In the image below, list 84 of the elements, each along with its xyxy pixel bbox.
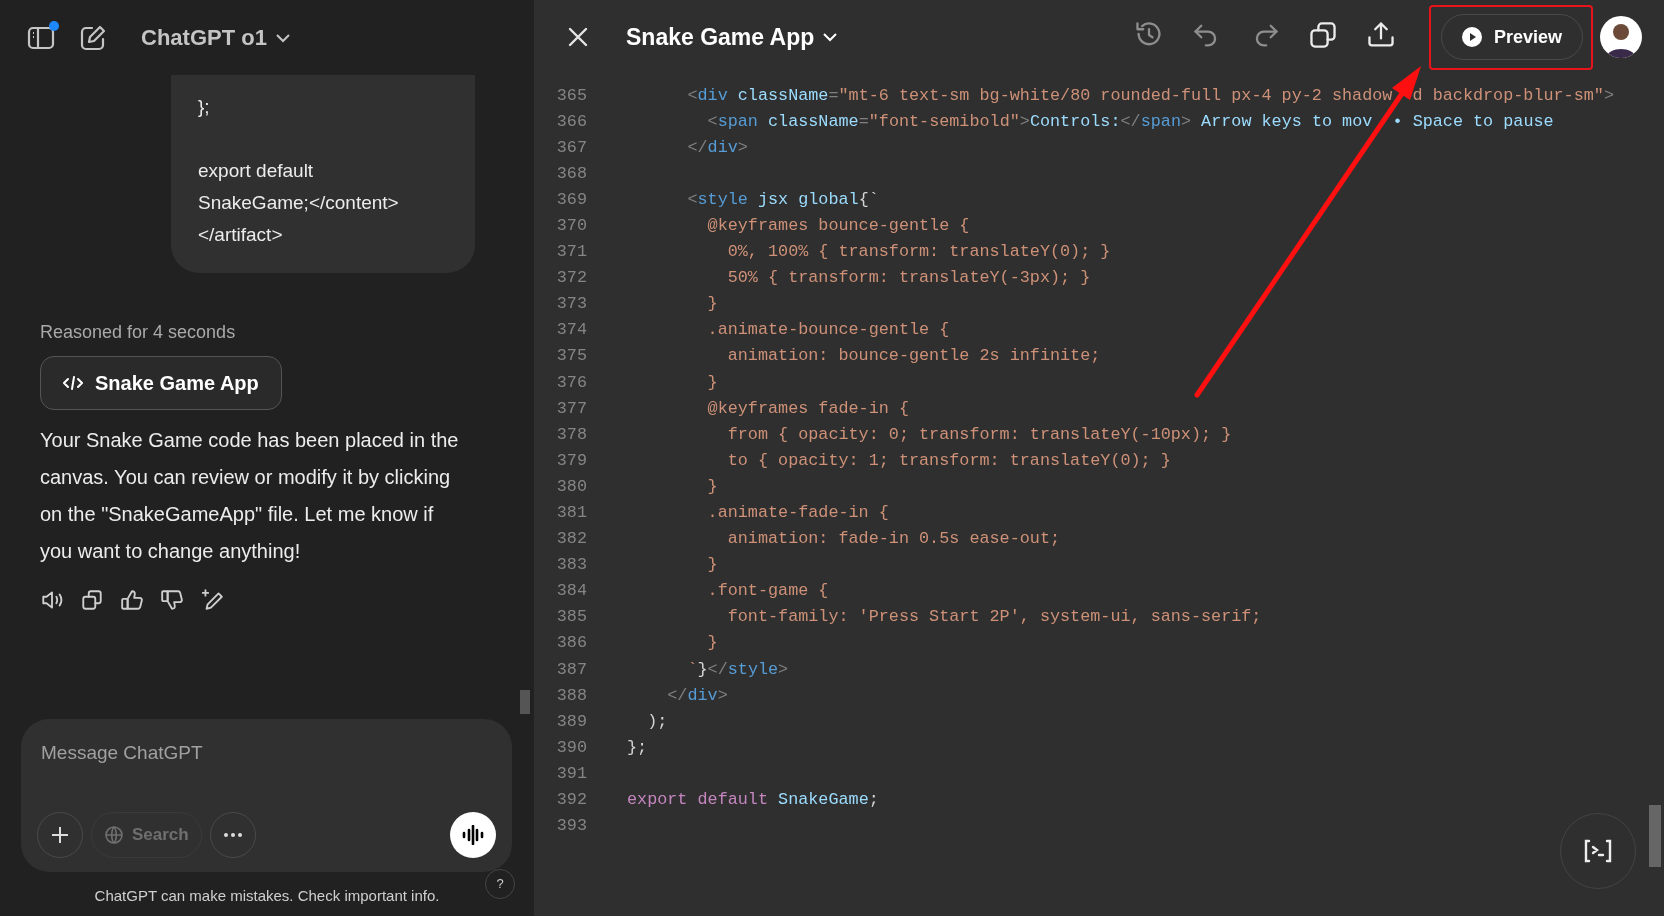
line-number: 369 [555,188,587,211]
more-icon [222,832,243,838]
line-number: 371 [555,241,587,264]
plus-icon [50,825,70,845]
scrollbar-thumb[interactable] [1649,805,1661,867]
code-line: } [706,293,718,316]
line-number: 373 [555,293,587,316]
chevron-down-icon [822,32,839,43]
code-line: from { opacity: 0; transform: translateY(-10px); } [726,423,1232,446]
code-line: export default SnakeGame; [627,789,879,812]
canvas-title[interactable]: Snake Game App [626,20,839,55]
code-line: .font-game { [706,580,829,603]
assistant-message: Your Snake Game code has been placed in the canvas. You can review or modify it by clicking on the "SnakeGameApp" file. Let me know if you want to change anything! [40,428,460,564]
code-line: @keyframes bounce-gentle { [706,214,970,237]
code-line: <span className="font-semibold">Controls:</span> Arrow keys to mov • Space to pause [706,110,1554,133]
sparkle-pencil-icon[interactable] [200,588,224,612]
line-number: 390 [555,736,587,759]
line-number: 370 [555,214,587,237]
copy-icon[interactable] [80,588,104,612]
play-icon [1461,27,1482,47]
code-line: } [706,632,718,655]
code-line: to { opacity: 1; transform: translateY(0); } [726,449,1171,472]
code-line: </div> [666,684,728,707]
line-number: 376 [555,371,587,394]
line-number: 382 [555,528,587,551]
reasoning-label[interactable]: Reasoned for 4 seconds [40,319,534,346]
avatar[interactable] [1600,16,1642,58]
line-number: 368 [555,162,587,185]
line-number: 385 [555,606,587,629]
line-number: 379 [555,449,587,472]
user-message: }; export default SnakeGame;</content> </artifact> [198,95,400,247]
message-input[interactable]: Message ChatGPT [41,735,481,771]
line-number: 380 [555,475,587,498]
line-number: 386 [555,632,587,655]
line-number: 388 [555,684,587,707]
code-line: animation: fade-in 0.5s ease-out; [726,528,1061,551]
code-line: `}</style> [686,658,789,681]
line-number: 365 [555,84,587,107]
share-icon[interactable] [1366,20,1396,50]
code-line: } [706,554,718,577]
voice-icon [462,825,484,845]
voice-button[interactable] [450,812,496,858]
model-selector[interactable]: ChatGPT o1 [141,21,291,54]
line-number: 384 [555,580,587,603]
line-number: 377 [555,397,587,420]
line-number: 375 [555,345,587,368]
line-number: 393 [555,815,587,838]
line-number: 391 [555,762,587,785]
globe-icon [104,825,124,845]
code-icon [63,376,83,390]
thumbs-down-icon[interactable] [160,588,184,612]
line-number: 383 [555,554,587,577]
scrollbar-thumb[interactable] [520,690,530,714]
line-number: 374 [555,319,587,342]
line-number: 372 [555,267,587,290]
code-line: <style jsx global{` [686,188,879,211]
disclaimer-text: ChatGPT can make mistakes. Check important info. [93,886,441,906]
line-number: 367 [555,136,587,159]
new-chat-icon[interactable] [79,23,107,52]
code-line: }; [627,736,648,759]
code-line: ); [646,710,668,733]
thumbs-up-icon[interactable] [120,588,144,612]
code-line: .animate-fade-in { [706,502,889,524]
terminal-icon [1583,839,1613,863]
line-number: 392 [555,789,587,812]
code-line: <div className="mt-6 text-sm bg-white/80 rounded-full px-4 py-2 shadow d backdrop-blur-sm"> [686,84,1614,107]
line-number: 387 [555,658,587,681]
copy-icon[interactable] [1308,20,1338,50]
chevron-down-icon [274,32,291,43]
code-line: .animate-bounce-gentle { [706,319,950,342]
code-line: animation: bounce-gentle 2s infinite; [726,345,1101,368]
line-number: 381 [555,502,587,524]
line-number: 366 [555,110,587,133]
close-icon[interactable] [567,26,589,48]
code-line: </div> [686,136,748,159]
code-line: 50% { transform: translateY(-3px); } [726,267,1091,290]
artifact-button[interactable]: Snake Game App [40,356,282,410]
line-number: 389 [555,710,587,733]
code-line: } [706,475,718,498]
line-number: 378 [555,423,587,446]
code-line: 0%, 100% { transform: translateY(0); } [726,241,1111,264]
code-line: } [706,371,718,394]
code-line: font-family: 'Press Start 2P', system-ui, sans-serif; [726,606,1262,629]
code-line: @keyframes fade-in { [706,397,909,420]
